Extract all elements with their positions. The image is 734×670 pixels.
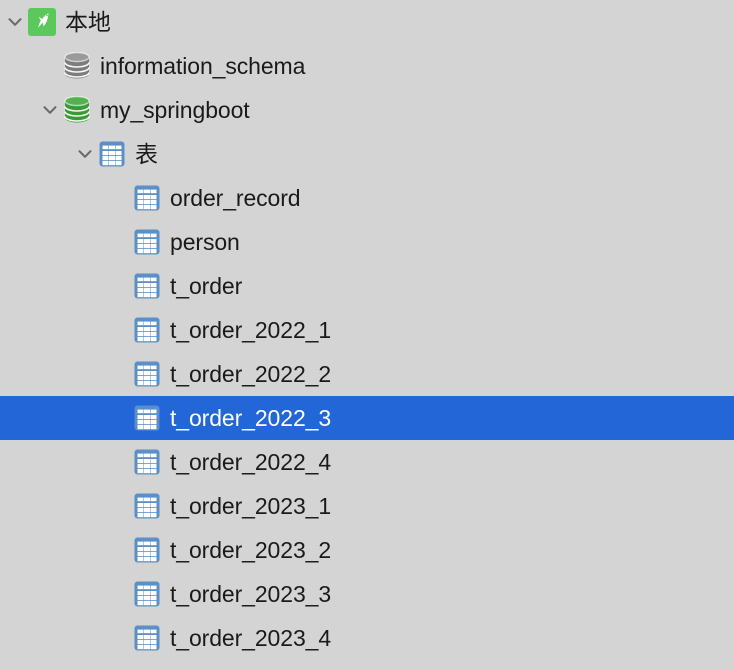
tree-item-label: my_springboot [100,97,250,123]
chevron-placeholder [107,449,133,475]
chevron-down-icon[interactable] [2,9,28,35]
chevron-placeholder [107,317,133,343]
table-icon [133,448,161,476]
tree-item-label: t_order_2022_4 [170,449,332,475]
table-icon [133,316,161,344]
tree-item-label: t_order_2022_1 [170,317,332,343]
chevron-placeholder [107,493,133,519]
table-icon [133,272,161,300]
mysql-dolphin-icon [28,8,56,36]
tree-item-t_order[interactable]: t_order [0,264,734,308]
table-icon [133,360,161,388]
tree-item-label: t_order [170,273,243,299]
chevron-placeholder [107,405,133,431]
chevron-placeholder [107,273,133,299]
tree-item-label: t_order_2023_2 [170,537,332,563]
tree-item-label: 表 [135,141,158,167]
table-icon [133,580,161,608]
tree-item-表[interactable]: 表 [0,132,734,176]
chevron-down-icon[interactable] [72,141,98,167]
tree-item-person[interactable]: person [0,220,734,264]
tree-item-t_order_2023_1[interactable]: t_order_2023_1 [0,484,734,528]
tree-item-t_order_2022_2[interactable]: t_order_2022_2 [0,352,734,396]
chevron-placeholder [107,229,133,255]
chevron-down-icon[interactable] [37,97,63,123]
table-icon [133,536,161,564]
tree-item-t_order_2022_1[interactable]: t_order_2022_1 [0,308,734,352]
chevron-placeholder [107,625,133,651]
tree-item-label: t_order_2022_2 [170,361,332,387]
tree-item-t_order_2023_3[interactable]: t_order_2023_3 [0,572,734,616]
tree-item-t_order_2022_4[interactable]: t_order_2022_4 [0,440,734,484]
table-icon [133,228,161,256]
tree-item-order_record[interactable]: order_record [0,176,734,220]
tree-item-my_springboot[interactable]: my_springboot [0,88,734,132]
database-tree[interactable]: 本地 information_schema my_springboot 表 order_… [0,0,734,670]
chevron-placeholder [107,185,133,211]
chevron-placeholder [107,361,133,387]
tree-item-label: t_order_2023_4 [170,625,332,651]
tree-item-本地[interactable]: 本地 [0,0,734,44]
tree-item-label: t_order_2023_3 [170,581,332,607]
tree-item-label: t_order_2023_1 [170,493,332,519]
database-gray-icon [63,52,91,80]
tree-item-label: order_record [170,185,301,211]
table-icon [133,624,161,652]
table-icon [133,492,161,520]
chevron-placeholder [107,581,133,607]
chevron-placeholder [107,537,133,563]
tree-item-information_schema[interactable]: information_schema [0,44,734,88]
chevron-placeholder [37,53,63,79]
tree-item-label: t_order_2022_3 [170,405,332,431]
tree-item-label: person [170,229,240,255]
tree-item-t_order_2022_3[interactable]: t_order_2022_3 [0,396,734,440]
table-icon [133,184,161,212]
tree-item-label: 本地 [65,9,111,35]
tree-item-label: information_schema [100,53,306,79]
tree-item-t_order_2023_4[interactable]: t_order_2023_4 [0,616,734,660]
table-icon [133,404,161,432]
table-folder-icon [98,140,126,168]
tree-item-t_order_2023_2[interactable]: t_order_2023_2 [0,528,734,572]
database-green-icon [63,96,91,124]
